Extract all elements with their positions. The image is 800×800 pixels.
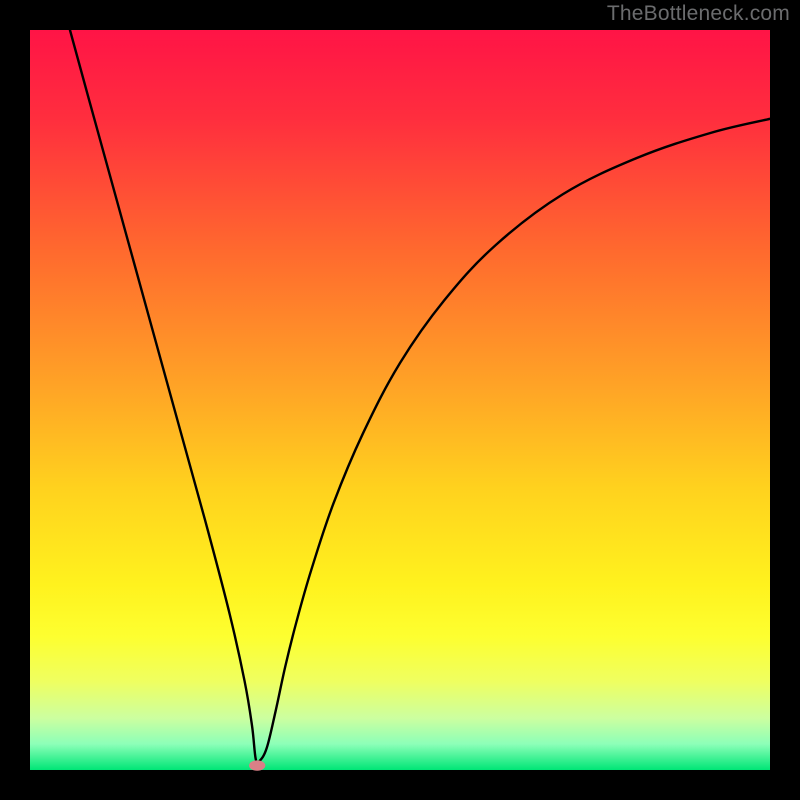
watermark-text: TheBottleneck.com	[607, 2, 790, 26]
plot-background	[30, 30, 770, 770]
min-marker	[249, 760, 265, 770]
chart-svg	[0, 0, 800, 800]
chart-stage: TheBottleneck.com	[0, 0, 800, 800]
